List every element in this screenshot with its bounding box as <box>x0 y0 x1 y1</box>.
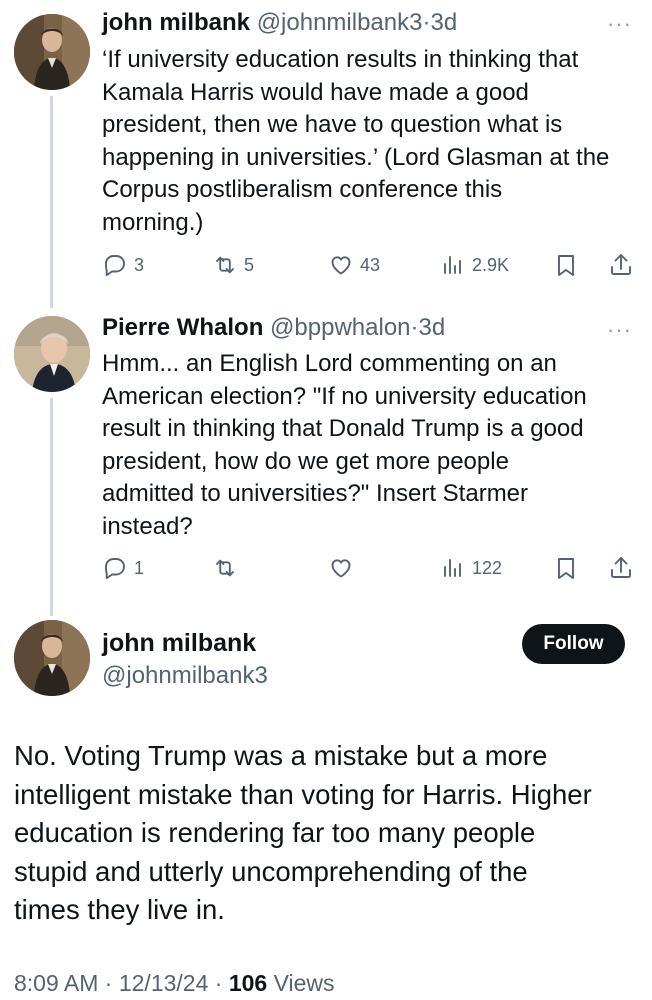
author-handle[interactable]: @johnmilbank3 <box>102 662 268 690</box>
tweet-text-line: No. Voting Trump was a mistake but a mor… <box>14 740 548 771</box>
avatar[interactable] <box>14 14 90 90</box>
separator: · <box>410 314 419 341</box>
reply-icon <box>105 558 125 580</box>
reply-icon <box>105 255 125 277</box>
reply-count: 1 <box>134 557 145 578</box>
like-count: 43 <box>360 254 381 275</box>
views-label: Views <box>273 970 335 996</box>
views-count: 122 <box>472 557 503 578</box>
views-icon <box>444 256 461 274</box>
author-handle[interactable]: @johnmilbank3 <box>257 9 423 36</box>
more-options-icon[interactable]: ··· <box>607 13 632 35</box>
tweet-text-line: president, how do we get more people <box>102 447 509 475</box>
tweet-header: john milbank @johnmilbank3·3d <box>102 8 457 38</box>
share-icon <box>611 254 631 275</box>
tweet-text-line: result in thinking that Donald Trump is … <box>102 415 584 442</box>
views-count: 106 <box>228 970 268 996</box>
tweet-text-line: Hmm... an English Lord commenting on an <box>102 350 557 377</box>
thread-line <box>50 96 53 308</box>
reply-count: 3 <box>134 254 145 275</box>
repost-icon <box>216 256 234 274</box>
more-options-icon[interactable]: ··· <box>607 319 632 341</box>
tweet-text: No. Voting Trump was a mistake but a mor… <box>14 737 639 930</box>
avatar[interactable] <box>14 620 90 696</box>
tweet-text-line: American election? "If no university edu… <box>102 382 587 410</box>
views-count: 2.9K <box>472 254 510 275</box>
tweet-text-line: admitted to universities?" Insert Starme… <box>102 480 529 507</box>
tweet-time[interactable]: 3d <box>419 314 446 341</box>
avatar-photo <box>14 14 90 90</box>
author-handle[interactable]: @bppwhalon <box>270 314 410 341</box>
tweet-time[interactable]: 8:09 AM <box>14 970 98 996</box>
avatar-photo <box>14 620 90 696</box>
bookmark-icon <box>558 558 574 579</box>
tweet-text-line: instead? <box>102 512 193 540</box>
views-button[interactable]: 2.9K <box>440 245 509 285</box>
tweet-text-line: intelligent mistake than voting for Harr… <box>14 778 592 810</box>
like-icon <box>331 256 351 275</box>
tweet-text-line: Kamala Harris would have made a good <box>102 78 529 106</box>
thread-line <box>50 398 53 616</box>
reply-button[interactable]: 1 <box>102 548 144 588</box>
like-button[interactable] <box>328 548 360 588</box>
author-name[interactable]: john milbank <box>102 9 250 36</box>
repost-button[interactable]: 5 <box>212 245 254 285</box>
views-icon <box>444 559 461 577</box>
bookmark-icon <box>558 255 574 276</box>
reply-button[interactable]: 3 <box>102 245 144 285</box>
tweet-text-line: morning.) <box>102 208 204 236</box>
tweet-meta: 8:09 AM · 12/13/24 · 106 Views <box>14 970 335 997</box>
tweet-text-line: stupid and utterly uncomprehending of th… <box>14 855 528 887</box>
share-button[interactable] <box>608 548 634 588</box>
follow-button[interactable]: Follow <box>522 624 625 664</box>
avatar-photo <box>14 316 90 392</box>
tweet-text: Hmm... an English Lord commenting on an … <box>102 348 632 543</box>
repost-icon <box>216 559 234 577</box>
like-button[interactable]: 43 <box>328 245 380 285</box>
action-bar: 1 122 <box>102 548 642 588</box>
views-button[interactable]: 122 <box>440 548 502 588</box>
share-icon <box>611 557 631 578</box>
tweet-text: ‘If university education results in thin… <box>102 44 632 239</box>
like-icon <box>331 559 351 578</box>
tweet-time[interactable]: 3d <box>430 9 457 36</box>
tweet-text-line: happening in universities.’ (Lord Glasma… <box>102 143 610 171</box>
share-button[interactable] <box>608 245 634 285</box>
tweet-text-line: ‘If university education results in thin… <box>102 46 579 73</box>
avatar[interactable] <box>14 316 90 392</box>
action-bar: 3 5 43 2.9K <box>102 245 642 285</box>
tweet-text-line: president, then we have to question what… <box>102 111 563 138</box>
repost-count: 5 <box>244 254 255 275</box>
tweet-header: Pierre Whalon @bppwhalon·3d <box>102 313 445 343</box>
author-name[interactable]: Pierre Whalon <box>102 314 263 341</box>
tweet-text-line: times they live in. <box>14 894 225 925</box>
separator: · <box>104 970 113 996</box>
author-name[interactable]: john milbank <box>102 629 256 658</box>
bookmark-button[interactable] <box>553 245 579 285</box>
repost-button[interactable] <box>212 548 244 588</box>
tweet-text-line: Corpus postliberalism conference this <box>102 176 503 203</box>
tweet-date[interactable]: 12/13/24 <box>119 970 209 996</box>
tweet-text-line: education is rendering far too many peop… <box>14 817 536 848</box>
separator: · <box>214 970 223 996</box>
bookmark-button[interactable] <box>553 548 579 588</box>
